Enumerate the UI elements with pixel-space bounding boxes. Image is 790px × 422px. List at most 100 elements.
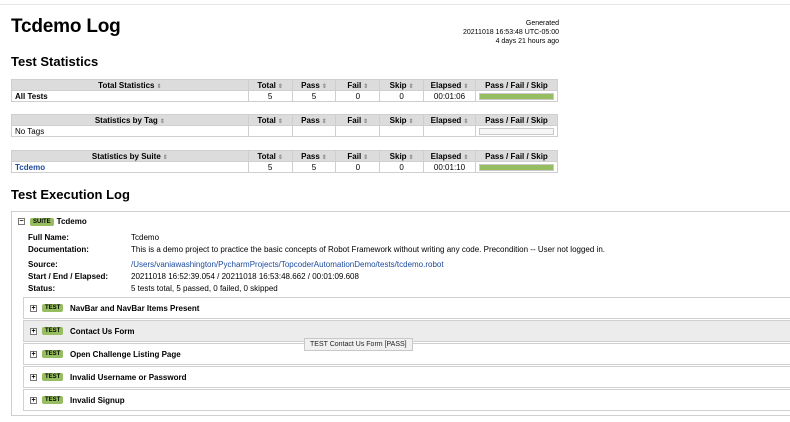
suite-label: SUITE [30, 217, 54, 226]
table-row: No Tags [11, 125, 559, 137]
expand-icon[interactable]: + [30, 328, 37, 335]
column-header-skip[interactable]: Skip ⇕ [379, 114, 425, 126]
stat-fail: 0 [335, 161, 381, 173]
test-statistics-heading: Test Statistics [11, 54, 99, 69]
generated-timestamp: 20211018 16:53:48 UTC-05:00 [463, 29, 559, 36]
meta-value: This is a demo project to practice the b… [131, 245, 606, 254]
test-name: NavBar and NavBar Items Present [70, 304, 200, 313]
stat-name: Tcdemo [11, 161, 249, 173]
column-header-pass[interactable]: Pass ⇕ [291, 79, 337, 91]
sort-arrows-icon: ⇕ [408, 118, 414, 125]
column-header-total[interactable]: Total ⇕ [247, 150, 293, 162]
stat-elapsed [423, 125, 476, 137]
sort-arrows-icon: ⇕ [162, 154, 168, 161]
column-header-graph[interactable]: Pass / Fail / Skip [474, 150, 559, 162]
suite-name: Tcdemo [56, 217, 87, 226]
test-label: TEST [42, 373, 64, 381]
sort-arrows-icon: ⇕ [277, 154, 283, 161]
test-name: Open Challenge Listing Page [70, 350, 181, 359]
sort-arrows-icon: ⇕ [321, 118, 327, 125]
stat-graph [474, 90, 559, 102]
column-header-name[interactable]: Total Statistics ⇕ [11, 79, 249, 91]
meta-value: 20211018 16:52:39.054 / 20211018 16:53:4… [131, 272, 359, 281]
column-header-skip[interactable]: Skip ⇕ [379, 79, 425, 91]
meta-value: 5 tests total, 5 passed, 0 failed, 0 ski… [131, 284, 278, 293]
test-item[interactable]: + TEST Invalid Signup [23, 389, 790, 411]
sort-arrows-icon: ⇕ [363, 83, 369, 90]
meta-value: Tcdemo [131, 233, 160, 242]
sort-arrows-icon: ⇕ [277, 83, 283, 90]
sort-arrows-icon: ⇕ [408, 83, 414, 90]
stat-total: 5 [247, 90, 293, 102]
meta-key: Source: [28, 260, 58, 269]
stat-fail [335, 125, 381, 137]
stat-total [247, 125, 293, 137]
column-header-skip[interactable]: Skip ⇕ [379, 150, 425, 162]
expand-icon[interactable]: + [30, 351, 37, 358]
stat-elapsed: 00:01:06 [423, 90, 476, 102]
generated-info: Generated 20211018 16:53:48 UTC-05:00 4 … [463, 19, 559, 46]
test-item[interactable]: + TEST NavBar and NavBar Items Present [23, 297, 790, 319]
top-border [0, 4, 790, 5]
generated-ago: 4 days 21 hours ago [495, 38, 559, 45]
stat-skip [379, 125, 425, 137]
suite-link[interactable]: Tcdemo [15, 163, 45, 172]
test-name: Contact Us Form [70, 327, 135, 336]
expand-icon[interactable]: + [30, 305, 37, 312]
column-header-elapsed[interactable]: Elapsed ⇕ [423, 150, 476, 162]
collapse-icon[interactable]: − [18, 218, 25, 225]
table-row: All Tests 5 5 0 0 00:01:06 [11, 90, 559, 102]
column-header-total[interactable]: Total ⇕ [247, 79, 293, 91]
pass-bar [478, 163, 554, 171]
sort-arrows-icon: ⇕ [159, 118, 165, 125]
column-header-pass[interactable]: Pass ⇕ [291, 150, 337, 162]
stat-skip: 0 [379, 90, 425, 102]
column-header-graph[interactable]: Pass / Fail / Skip [474, 79, 559, 91]
stat-pass [291, 125, 337, 137]
sort-arrows-icon: ⇕ [363, 118, 369, 125]
test-label: TEST [42, 304, 64, 312]
suite-header[interactable]: − SUITE Tcdemo [18, 217, 87, 226]
column-header-graph[interactable]: Pass / Fail / Skip [474, 114, 559, 126]
expand-icon[interactable]: + [30, 397, 37, 404]
meta-key: Status: [28, 284, 56, 293]
column-header-name[interactable]: Statistics by Suite ⇕ [11, 150, 249, 162]
column-header-fail[interactable]: Fail ⇕ [335, 79, 381, 91]
test-name: Invalid Username or Password [70, 373, 187, 382]
stat-skip: 0 [379, 161, 425, 173]
column-header-name[interactable]: Statistics by Tag ⇕ [11, 114, 249, 126]
column-header-elapsed[interactable]: Elapsed ⇕ [423, 79, 476, 91]
empty-bar [478, 127, 554, 135]
meta-key: Full Name: [28, 233, 69, 242]
stat-pass: 5 [291, 90, 337, 102]
column-header-pass[interactable]: Pass ⇕ [291, 114, 337, 126]
stat-total: 5 [247, 161, 293, 173]
stat-pass: 5 [291, 161, 337, 173]
page-title: Tcdemo Log [11, 16, 121, 37]
stat-fail: 0 [335, 90, 381, 102]
test-label: TEST [42, 350, 64, 358]
expand-icon[interactable]: + [30, 374, 37, 381]
source-link[interactable]: /Users/vaniawashington/PycharmProjects/T… [131, 260, 444, 269]
sort-arrows-icon: ⇕ [408, 154, 414, 161]
column-header-fail[interactable]: Fail ⇕ [335, 114, 381, 126]
column-header-elapsed[interactable]: Elapsed ⇕ [423, 114, 476, 126]
execution-log-heading: Test Execution Log [11, 187, 130, 202]
sort-arrows-icon: ⇕ [321, 154, 327, 161]
test-name: Invalid Signup [70, 396, 125, 405]
test-label: TEST [42, 396, 64, 404]
suite-panel: − SUITE Tcdemo Full Name: Tcdemo Document… [11, 211, 790, 416]
test-item[interactable]: + TEST Invalid Username or Password [23, 366, 790, 388]
suite-statistics-table: Statistics by Suite ⇕ Total ⇕ Pass ⇕ Fail ⇕ … [11, 150, 559, 173]
total-statistics-table: Total Statistics ⇕ Total ⇕ Pass ⇕ Fail ⇕ Ski… [11, 79, 559, 102]
test-label: TEST [42, 327, 64, 335]
stat-graph [474, 125, 559, 137]
stat-graph [474, 161, 559, 173]
column-header-total[interactable]: Total ⇕ [247, 114, 293, 126]
sort-arrows-icon: ⇕ [156, 83, 162, 90]
stat-name: All Tests [11, 90, 249, 102]
stat-elapsed: 00:01:10 [423, 161, 476, 173]
column-header-fail[interactable]: Fail ⇕ [335, 150, 381, 162]
sort-arrows-icon: ⇕ [463, 83, 469, 90]
tag-statistics-table: Statistics by Tag ⇕ Total ⇕ Pass ⇕ Fail ⇕ Sk… [11, 114, 559, 137]
